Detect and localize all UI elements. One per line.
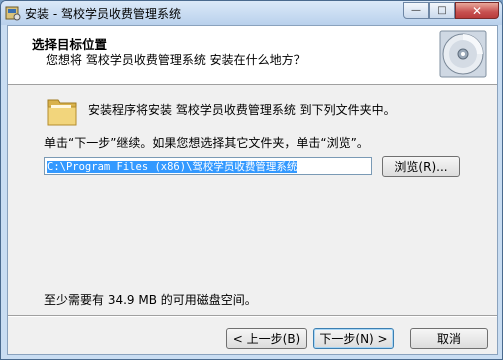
disk-space-text: 至少需要有 34.9 MB 的可用磁盘空间。 <box>44 293 257 307</box>
installer-window: 安装 - 驾校学员收费管理系统 — □ ✕ 选择目标位置 您想将 驾校学员收费管… <box>0 0 503 360</box>
footer-divider <box>8 315 497 317</box>
maximize-button[interactable]: □ <box>429 2 455 19</box>
wizard-page: 选择目标位置 您想将 驾校学员收费管理系统 安装在什么地方？ 安装程序将安装 驾… <box>7 25 498 355</box>
next-button[interactable]: 下一步(N) > <box>313 328 394 349</box>
folder-message: 安装程序将安装 驾校学员收费管理系统 到下列文件夹中。 <box>88 103 396 117</box>
browse-button[interactable]: 浏览(R)... <box>382 156 460 177</box>
title-bar[interactable]: 安装 - 驾校学员收费管理系统 — □ ✕ <box>1 1 502 25</box>
cancel-button[interactable]: 取消 <box>410 328 488 349</box>
caption-buttons: — □ ✕ <box>403 2 499 20</box>
page-subtitle: 您想将 驾校学员收费管理系统 安装在什么地方？ <box>46 53 306 67</box>
window-title: 安装 - 驾校学员收费管理系统 <box>25 7 181 21</box>
folder-icon <box>47 99 77 126</box>
wizard-header: 选择目标位置 您想将 驾校学员收费管理系统 安装在什么地方？ <box>8 26 497 85</box>
install-path-value: C:\Program Files (x86)\驾校学员收费管理系统 <box>47 161 298 173</box>
minimize-button[interactable]: — <box>403 2 429 19</box>
instruction-text: 单击“下一步”继续。如果您想选择其它文件夹，单击“浏览”。 <box>44 136 369 150</box>
disc-icon <box>439 30 487 78</box>
install-path-input[interactable]: C:\Program Files (x86)\驾校学员收费管理系统 <box>44 157 372 175</box>
back-button[interactable]: < 上一步(B) <box>226 328 307 349</box>
close-button[interactable]: ✕ <box>455 2 499 19</box>
setup-app-icon <box>5 6 21 21</box>
